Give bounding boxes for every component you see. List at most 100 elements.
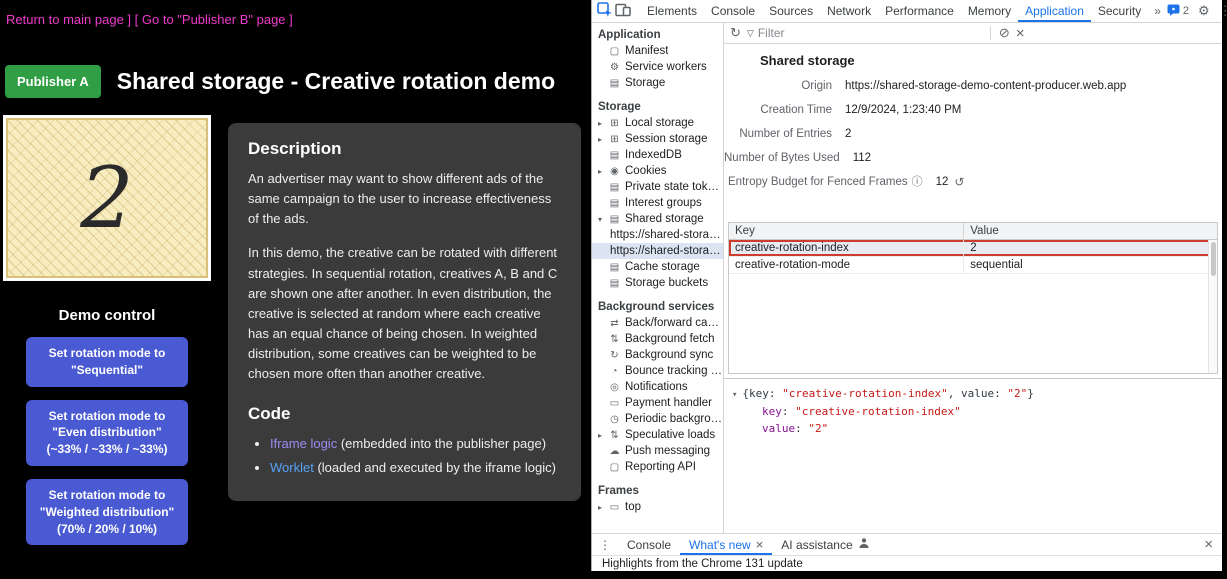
iframe-logic-link[interactable]: Iframe logic [270,436,337,451]
return-main-page-link[interactable]: Return to main page ] [6,12,131,27]
even-distribution-mode-button[interactable]: Set rotation mode to "Even distribution"… [26,400,188,466]
drawer-tab-label: What's new [689,538,751,552]
chevron-right-icon[interactable]: ▸ [598,503,608,512]
reset-budget-icon[interactable]: ↺ [954,176,964,189]
tab-console[interactable]: Console [704,0,762,22]
chevron-down-icon[interactable]: ▾ [598,215,608,224]
ad-creative-frame[interactable]: 2 [3,115,211,281]
sidebar-item-payment-handler[interactable]: ▭Payment handler [592,395,723,411]
preview-property: value"2" [732,420,1214,438]
field-value: 12 ↺ [936,176,965,189]
sidebar-item-speculative-loads[interactable]: ▸⇅Speculative loads [592,427,723,443]
cell-key: creative-rotation-index [729,242,963,254]
field-value: 12/9/2024, 1:23:40 PM [845,104,961,117]
chevron-right-icon[interactable]: ▸ [598,135,608,144]
chevron-right-icon[interactable]: ▸ [598,119,608,128]
preview-property: key"creative-rotation-index" [732,403,1214,421]
sidebar-item-back-forward-cache[interactable]: ⇄Back/forward cache [592,315,723,331]
filter-funnel-icon: ▽ [747,28,754,39]
sidebar-item-push-messaging[interactable]: ☁Push messaging [592,443,723,459]
tab-application[interactable]: Application [1018,0,1091,22]
sidebar-item-notifications[interactable]: ◎ Notifications [592,379,723,395]
worklet-link[interactable]: Worklet [270,460,314,475]
weighted-distribution-mode-button[interactable]: Set rotation mode to "Weighted distribut… [26,479,188,545]
block-icon[interactable]: ⊘ [999,25,1010,41]
tab-security[interactable]: Security [1091,0,1148,22]
sidebar-item-label: Session storage [625,133,707,145]
updown-arrows-icon: ⇅ [608,430,621,441]
report-title: Shared storage [724,44,1222,70]
clock-icon: ◷ [608,414,621,425]
list-item: Iframe logic (embedded into the publishe… [270,434,561,454]
sidebar-item-periodic-background-sync[interactable]: ◷Periodic backgroun… [592,411,723,427]
sidebar-item-background-fetch[interactable]: ⇅Background fetch [592,331,723,347]
sidebar-item-service-workers[interactable]: ⚙Service workers [592,59,723,75]
issues-counter[interactable]: 2 [1167,4,1189,19]
tab-elements[interactable]: Elements [640,0,704,22]
sidebar-item-interest-groups[interactable]: ▤Interest groups [592,195,723,211]
tab-performance[interactable]: Performance [878,0,961,22]
table-row-creative-rotation-mode[interactable]: creative-rotation-mode sequential [729,257,1217,274]
sidebar-item-session-storage[interactable]: ▸⊞Session storage [592,131,723,147]
kebab-menu-icon[interactable]: ⋮ [1219,3,1227,19]
issues-icon [1167,4,1180,19]
drawer-tab-ai-assistance[interactable]: AI assistance [772,534,878,555]
sidebar-item-shared-storage-origin-2[interactable]: https://shared-storage… [592,243,723,259]
shared-storage-pane: ↻ ▽ ⊘ × Shared storage Origin https://sh [724,23,1222,533]
close-filter-icon[interactable]: × [1016,25,1025,42]
screen: Return to main page ] [ Go to "Publisher… [0,0,1227,579]
tab-memory[interactable]: Memory [961,0,1018,22]
sidebar-item-label: Reporting API [625,461,696,473]
drawer-menu-icon[interactable]: ⋮ [592,538,618,552]
sidebar-item-label: Bounce tracking miti… [625,365,723,377]
card-icon: ▭ [608,398,621,409]
sidebar-item-indexeddb[interactable]: ▤IndexedDB [592,147,723,163]
drawer-tab-whats-new[interactable]: What's new × [680,534,772,555]
sidebar-item-cookies[interactable]: ▸◉Cookies [592,163,723,179]
sidebar-item-background-sync[interactable]: ↻Background sync [592,347,723,363]
demo-control-heading: Demo control [3,307,211,324]
tab-sources[interactable]: Sources [762,0,820,22]
table-scrollbar[interactable] [1208,240,1217,373]
drawer-tab-label: Console [627,538,671,552]
scrollbar-thumb[interactable] [1211,242,1216,276]
filter-input[interactable] [758,26,948,40]
sidebar-item-storage-buckets[interactable]: ▤Storage buckets [592,275,723,291]
tab-network[interactable]: Network [820,0,878,22]
sidebar-item-label: Manifest [625,45,668,57]
sidebar-item-bounce-tracking[interactable]: ◔Bounce tracking miti… [592,363,723,379]
go-publisher-b-link[interactable]: [ Go to "Publisher B" page ] [135,12,293,27]
table-row-creative-rotation-index[interactable]: creative-rotation-index 2 [729,240,1217,257]
expand-caret-icon[interactable]: ▾ [732,390,737,400]
preview-string: "2" [1007,387,1027,400]
chevron-right-icon[interactable]: ▸ [598,167,608,176]
sidebar-item-label: Back/forward cache [625,317,723,329]
close-drawer-icon[interactable]: × [1195,536,1222,553]
info-icon[interactable]: ⓘ [912,176,923,189]
chevron-right-icon[interactable]: ▸ [598,431,608,440]
more-tabs-icon[interactable]: » [1148,4,1167,18]
sequential-mode-button[interactable]: Set rotation mode to "Sequential" [26,337,188,387]
sidebar-item-storage[interactable]: ▤Storage [592,75,723,91]
settings-gear-icon[interactable]: ⚙ [1198,3,1210,19]
sidebar-item-private-state-tokens[interactable]: ▤Private state tokens [592,179,723,195]
sidebar-item-local-storage[interactable]: ▸⊞Local storage [592,115,723,131]
sidebar-item-shared-storage-origin-1[interactable]: https://shared-storage… [592,227,723,243]
field-number-of-entries: Number of Entries 2 [724,128,1222,141]
inspect-element-icon[interactable] [597,2,613,20]
database-icon: ▤ [608,78,621,89]
sidebar-item-reporting-api[interactable]: ▢Reporting API [592,459,723,475]
drawer-tab-console[interactable]: Console [618,534,680,555]
sidebar-item-shared-storage[interactable]: ▾▤Shared storage [592,211,723,227]
sidebar-item-label: Cookies [625,165,667,177]
refresh-icon[interactable]: ↻ [730,25,741,41]
sidebar-item-label: Notifications [625,381,688,393]
sidebar-item-manifest[interactable]: ▢Manifest [592,43,723,59]
sidebar-item-top-frame[interactable]: ▸▭top [592,499,723,515]
device-toolbar-icon[interactable] [615,3,631,20]
field-label: Number of Bytes Used [724,152,840,165]
close-whats-new-icon[interactable]: × [756,537,764,552]
updown-arrows-icon: ⇅ [608,334,621,345]
bell-icon: ◎ [608,382,621,393]
sidebar-item-cache-storage[interactable]: ▤Cache storage [592,259,723,275]
